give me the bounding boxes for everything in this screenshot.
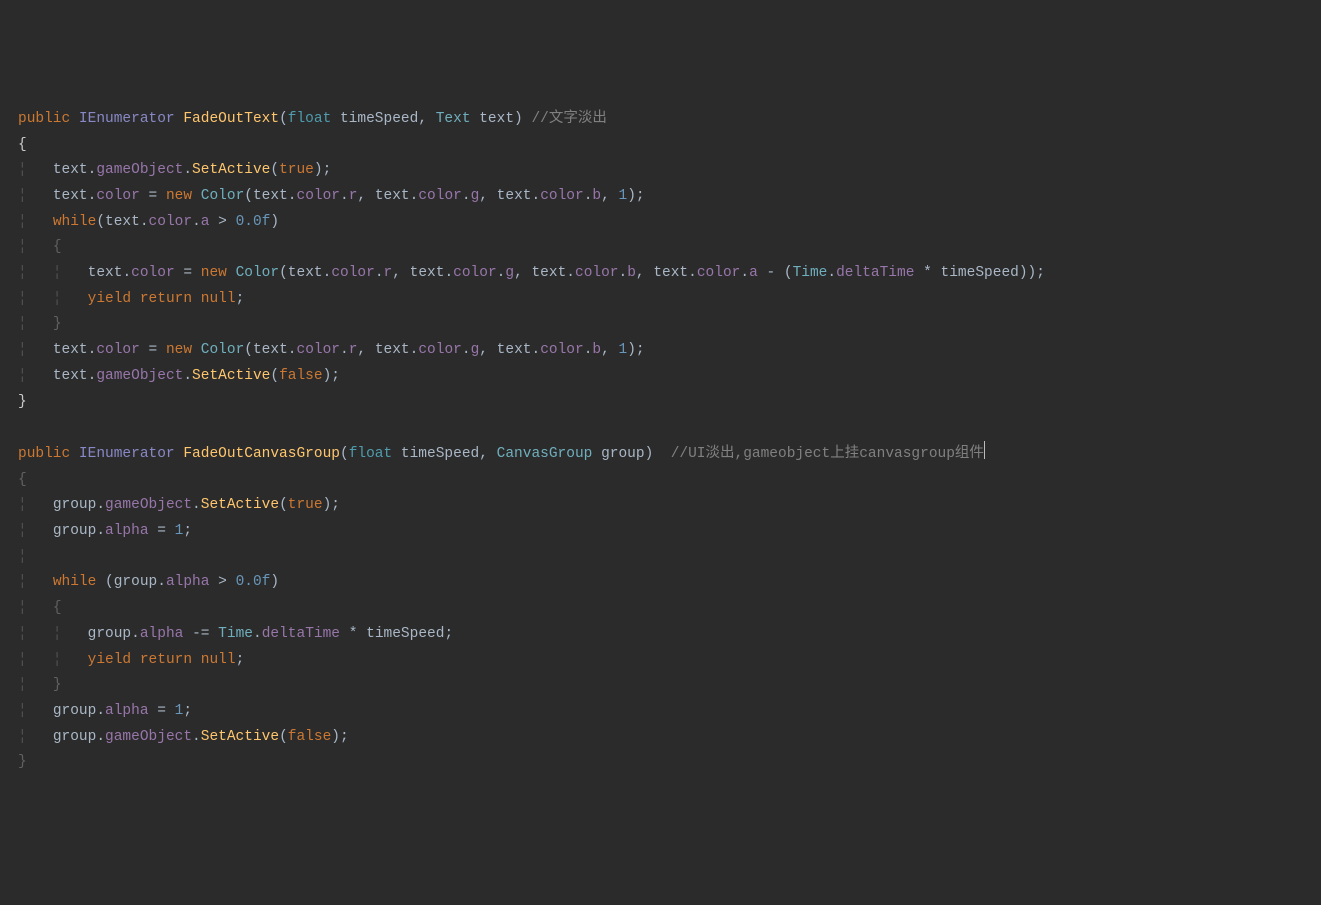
method-fadeouttext: FadeOutText [183, 111, 279, 127]
comment: //UI淡出,gameobject上挂canvasgroup组件 [671, 446, 984, 462]
number: 1 [619, 188, 628, 204]
code-line: ¦ } [18, 677, 62, 693]
keyword-null: null [201, 291, 236, 307]
param-text: text [479, 111, 514, 127]
code-line: } [18, 394, 27, 410]
blank-line [18, 419, 27, 435]
keyword-float: float [288, 111, 332, 127]
code-line: ¦ group.gameObject.SetActive(false); [18, 729, 349, 745]
code-line: ¦ group.alpha = 1; [18, 703, 192, 719]
type-canvasgroup: CanvasGroup [497, 446, 593, 462]
code-line: } [18, 754, 27, 770]
code-line: public IEnumerator FadeOutCanvasGroup(fl… [18, 446, 985, 462]
code-line: ¦ while (group.alpha > 0.0f) [18, 574, 279, 590]
text-caret [984, 441, 985, 459]
keyword-false: false [279, 368, 323, 384]
code-line: ¦ text.gameObject.SetActive(true); [18, 162, 331, 178]
code-line: { [18, 472, 27, 488]
code-line: ¦ text.color = new Color(text.color.r, t… [18, 342, 645, 358]
code-line: ¦ ¦ text.color = new Color(text.color.r,… [18, 265, 1045, 281]
code-line: ¦ } [18, 316, 62, 332]
blank-line: ¦ [18, 549, 27, 565]
prop-deltatime: deltaTime [836, 265, 914, 281]
type-text: Text [436, 111, 471, 127]
code-editor[interactable]: public IEnumerator FadeOutText(float tim… [18, 107, 1321, 776]
code-line: ¦ ¦ yield return null; [18, 652, 244, 668]
class-time: Time [793, 265, 828, 281]
code-line: ¦ text.gameObject.SetActive(false); [18, 368, 340, 384]
prop-gameobject: gameObject [96, 162, 183, 178]
var: text [53, 162, 88, 178]
class-color: Color [201, 188, 245, 204]
keyword-yield: yield [88, 291, 132, 307]
code-line: public IEnumerator FadeOutText(float tim… [18, 111, 607, 127]
comment: //文字淡出 [531, 111, 606, 127]
code-line: ¦ ¦ group.alpha -= Time.deltaTime * time… [18, 626, 453, 642]
type-ienumerator: IEnumerator [79, 111, 175, 127]
code-line: ¦ text.color = new Color(text.color.r, t… [18, 188, 645, 204]
param-timespeed: timeSpeed [340, 111, 418, 127]
keyword-true: true [279, 162, 314, 178]
prop-alpha: alpha [105, 523, 149, 539]
method-fadeoutcanvasgroup: FadeOutCanvasGroup [183, 446, 340, 462]
method-setactive: SetActive [192, 162, 270, 178]
keyword-while: while [53, 214, 97, 230]
code-line: ¦ group.gameObject.SetActive(true); [18, 497, 340, 513]
code-line: ¦ { [18, 239, 62, 255]
code-line: ¦ { [18, 600, 62, 616]
keyword-return: return [140, 291, 192, 307]
code-line: ¦ ¦ yield return null; [18, 291, 244, 307]
keyword-public: public [18, 111, 70, 127]
code-line: { [18, 137, 27, 153]
code-line: ¦ while(text.color.a > 0.0f) [18, 214, 279, 230]
code-line: ¦ group.alpha = 1; [18, 523, 192, 539]
